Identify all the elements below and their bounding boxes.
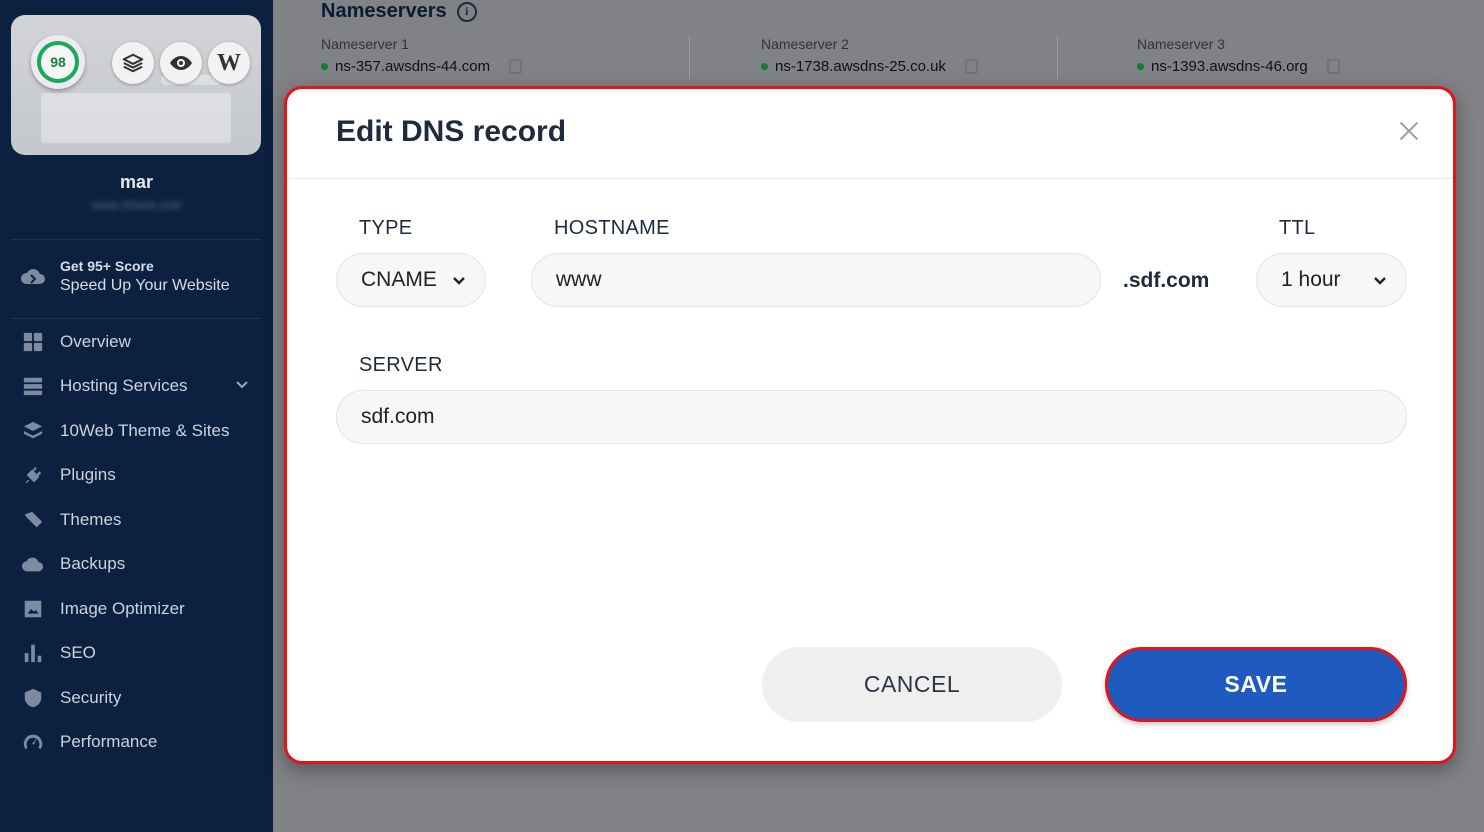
save-button[interactable]: SAVE: [1105, 647, 1407, 722]
sidebar-item-hosting-services[interactable]: Hosting Services: [22, 371, 188, 401]
nameserver-value: ns-1738.awsdns-25.co.uk: [775, 58, 946, 75]
sidebar-item-label: Plugins: [60, 465, 116, 484]
layers-icon: [122, 53, 144, 73]
shield-icon: [24, 688, 42, 708]
chevron-down-icon[interactable]: [235, 378, 249, 392]
nameserver-value: ns-357.awsdns-44.com: [335, 58, 491, 75]
eye-icon: [170, 56, 192, 70]
hostname-suffix: .sdf.com: [1123, 269, 1210, 292]
sidebar-item-label: SEO: [60, 643, 96, 662]
sidebar-item-themes[interactable]: Themes: [22, 505, 121, 535]
hostname-value: www: [556, 268, 602, 291]
type-label: TYPE: [359, 217, 413, 239]
edit-dns-dialog: Edit DNS record TYPE CNAME HOSTNAME www …: [284, 86, 1456, 764]
image-icon: [24, 600, 42, 618]
chevron-down-icon: [1374, 277, 1386, 285]
type-value: CNAME: [361, 268, 437, 291]
status-dot: [761, 63, 768, 70]
sidebar-item-overview[interactable]: Overview: [22, 327, 131, 357]
divider: [287, 178, 1453, 179]
copy-icon[interactable]: [1326, 59, 1340, 74]
nameserver-3: Nameserver 3 ns-1393.awsdns-46.org: [1137, 36, 1340, 75]
nameserver-value: ns-1393.awsdns-46.org: [1151, 58, 1308, 75]
sidebar-item-seo[interactable]: SEO: [22, 638, 96, 668]
bar-chart-icon: [24, 644, 42, 663]
info-icon[interactable]: i: [456, 1, 477, 22]
sidebar: 98 W mar www.10web.club Get 95+ Score Sp…: [0, 0, 273, 832]
sidebar-item-performance[interactable]: Performance: [22, 727, 157, 757]
cloud-speed-icon: [20, 268, 45, 284]
gauge-icon: [23, 734, 43, 750]
hostname-label: HOSTNAME: [554, 217, 670, 239]
sidebar-item-image-optimizer[interactable]: Image Optimizer: [22, 594, 185, 624]
sidebar-item-label: Security: [60, 688, 122, 707]
site-thumbnail[interactable]: 98 W: [11, 15, 261, 155]
plug-icon: [25, 466, 42, 484]
layers-button[interactable]: [112, 42, 154, 84]
sidebar-item-label: 10Web Theme & Sites: [60, 421, 230, 440]
preview-button[interactable]: [160, 42, 202, 84]
copy-icon[interactable]: [964, 59, 978, 74]
sidebar-item-security[interactable]: Security: [22, 683, 121, 713]
nameserver-label: Nameserver 3: [1137, 36, 1225, 52]
wordpress-button[interactable]: W: [208, 42, 250, 84]
grid-icon: [23, 332, 43, 352]
layers-icon: [23, 421, 43, 439]
cloud-backup-icon: [22, 557, 44, 572]
promo-title: Get 95+ Score: [60, 258, 154, 274]
sidebar-item-label: Performance: [60, 732, 158, 751]
promo-subtitle: Speed Up Your Website: [60, 277, 230, 294]
sidebar-item-backups[interactable]: Backups: [22, 549, 125, 579]
sidebar-item-label: Hosting Services: [60, 376, 188, 395]
cancel-button[interactable]: CANCEL: [762, 647, 1062, 722]
sidebar-item-label: Image Optimizer: [60, 599, 185, 618]
ttl-label: TTL: [1279, 217, 1316, 239]
section-title: Nameservers: [321, 0, 447, 22]
status-dot: [321, 63, 328, 70]
nameserver-label: Nameserver 2: [761, 36, 849, 52]
server-label: SERVER: [359, 354, 443, 376]
divider: [11, 239, 261, 240]
copy-icon[interactable]: [509, 59, 523, 74]
server-icon: [23, 377, 43, 396]
speed-promo[interactable]: Get 95+ Score Speed Up Your Website: [20, 258, 230, 295]
nameserver-label: Nameserver 1: [321, 36, 409, 52]
ttl-value: 1 hour: [1281, 268, 1341, 291]
sidebar-item-plugins[interactable]: Plugins: [22, 460, 116, 490]
site-url: www.10web.club: [91, 198, 182, 212]
sidebar-item-theme-sites[interactable]: 10Web Theme & Sites: [22, 416, 229, 446]
server-input[interactable]: sdf.com: [336, 390, 1407, 444]
ttl-select[interactable]: 1 hour: [1256, 253, 1407, 307]
type-select[interactable]: CNAME: [336, 253, 486, 307]
brush-icon: [24, 511, 43, 528]
sidebar-item-label: Themes: [60, 510, 122, 529]
nameserver-1: Nameserver 1 ns-357.awsdns-44.com: [321, 36, 523, 75]
sidebar-item-label: Overview: [60, 332, 131, 351]
score-value: 98: [37, 41, 79, 83]
divider: [11, 318, 261, 319]
chevron-down-icon: [453, 277, 465, 285]
site-name: mar: [119, 172, 154, 192]
nameservers-title: Nameservers i: [321, 0, 477, 23]
wordpress-icon: W: [217, 49, 241, 76]
dialog-title: Edit DNS record: [336, 115, 567, 148]
divider: [689, 36, 690, 80]
nameserver-2: Nameserver 2 ns-1738.awsdns-25.co.uk: [761, 36, 978, 75]
hostname-input[interactable]: www: [531, 253, 1101, 307]
sidebar-item-label: Backups: [60, 554, 126, 573]
divider: [1057, 36, 1058, 80]
close-icon[interactable]: [1395, 117, 1423, 145]
status-dot: [1137, 63, 1144, 70]
server-value: sdf.com: [361, 405, 435, 428]
score-badge[interactable]: 98: [31, 35, 85, 89]
